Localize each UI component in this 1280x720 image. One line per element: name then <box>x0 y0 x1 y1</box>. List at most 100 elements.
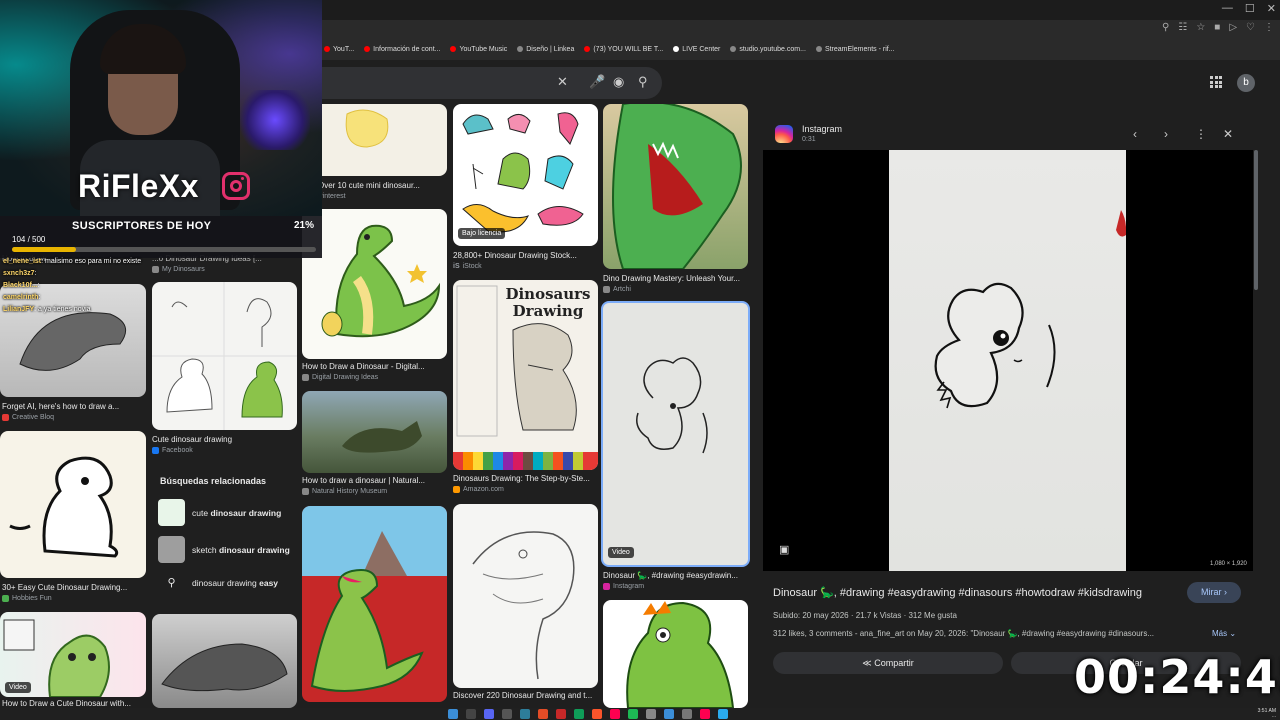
apps-grid-icon[interactable] <box>1210 76 1222 88</box>
bookmark-item[interactable]: YouTube Music <box>450 46 507 53</box>
result-caption[interactable]: How to Draw a Cute Dinosaur with... <box>2 699 147 708</box>
result-thumbnail[interactable] <box>152 282 297 430</box>
result-thumbnail[interactable] <box>302 209 447 359</box>
tiktok-icon[interactable] <box>700 709 710 719</box>
extension-icon[interactable]: ■ <box>1214 22 1220 33</box>
edge-icon[interactable] <box>574 709 584 719</box>
play-icon[interactable]: ▷ <box>1229 22 1237 33</box>
result-caption[interactable]: Dinosaurs Drawing: The Step-by-Ste... <box>453 474 598 483</box>
mic-icon[interactable]: 🎤 <box>589 74 605 90</box>
result-thumbnail[interactable] <box>603 600 748 708</box>
heart-icon[interactable]: ♡ <box>1246 22 1255 33</box>
lens-icon[interactable]: ◉ <box>613 74 624 90</box>
result-thumbnail[interactable]: Bajo licencia <box>453 104 598 246</box>
close-window-icon[interactable]: ✕ <box>1267 2 1276 15</box>
result-caption[interactable]: Dino Drawing Mastery: Unleash Your... <box>603 274 748 283</box>
more-options-icon[interactable]: ⋮ <box>1195 127 1207 141</box>
bookmark-favicon-icon <box>730 46 737 52</box>
maximize-icon[interactable]: ☐ <box>1245 2 1255 15</box>
search-icon[interactable]: ⚲ <box>638 74 648 90</box>
next-icon[interactable]: › <box>1164 127 1168 141</box>
app-icon[interactable] <box>682 709 692 719</box>
result-caption[interactable]: Dinosaur 🦕, #drawing #easydrawin... <box>603 571 748 580</box>
lens-search-icon[interactable]: ▣ <box>779 543 789 556</box>
app-icon[interactable] <box>646 709 656 719</box>
result-thumbnail[interactable] <box>152 614 297 708</box>
app-icon[interactable] <box>610 709 620 719</box>
panel-scrollbar[interactable] <box>1254 150 1258 290</box>
preview-image[interactable] <box>889 150 1127 571</box>
taskbar-apps <box>448 709 728 719</box>
related-search-item[interactable]: ⚲ dinosaur drawing easy <box>158 576 294 589</box>
app-icon[interactable] <box>502 709 512 719</box>
clock-date[interactable]: ... <box>1258 714 1276 719</box>
related-search-item[interactable]: cute dinosaur drawing <box>158 499 294 526</box>
search-taskbar-icon[interactable] <box>466 709 476 719</box>
app-icon[interactable] <box>664 709 674 719</box>
panel-title[interactable]: Dinosaur 🦕, #drawing #easydrawing #dinas… <box>773 586 1142 599</box>
result-caption[interactable]: How to Draw a Dinosaur - Digital... <box>302 362 447 371</box>
star-icon[interactable]: ☆ <box>1196 22 1205 33</box>
bookmark-favicon-icon <box>450 46 457 52</box>
chat-message: el_nene_ist: malisimo eso para mi no exi… <box>3 258 142 265</box>
share-button[interactable]: ≪ Compartir <box>773 652 1003 674</box>
result-thumbnail[interactable] <box>0 431 146 578</box>
chat-text: malisimo eso para mi no existe <box>45 258 142 265</box>
app-icon[interactable] <box>718 709 728 719</box>
bookmark-item[interactable]: studio.youtube.com... <box>730 46 806 53</box>
bookmark-item[interactable]: Diseño | Linkea <box>517 46 574 53</box>
lens-toolbar-icon[interactable]: ⚲ <box>1162 22 1169 33</box>
minimize-icon[interactable]: — <box>1222 2 1233 15</box>
bookmark-label: Información de cont... <box>373 45 441 53</box>
result-caption[interactable]: Forget AI, here's how to draw a... <box>2 402 147 411</box>
result-caption[interactable]: Cute dinosaur drawing <box>152 435 297 444</box>
result-thumbnail[interactable]: Dinosaurs Drawing <box>453 280 598 470</box>
start-icon[interactable] <box>448 709 458 719</box>
result-thumbnail[interactable] <box>302 104 447 176</box>
bookmark-item[interactable]: Información de cont... <box>364 46 440 53</box>
close-panel-icon[interactable]: ✕ <box>1223 127 1233 141</box>
menu-icon[interactable]: ⋮ <box>1264 22 1274 33</box>
result-thumbnail-selected[interactable]: Video <box>601 301 750 567</box>
bookmark-item[interactable]: (73) YOU WILL BE T... <box>584 46 663 53</box>
translate-icon[interactable]: ☷ <box>1178 22 1187 33</box>
result-thumbnail[interactable] <box>453 504 598 688</box>
related-search-item[interactable]: sketch dinosaur drawing <box>158 536 294 563</box>
result-caption[interactable]: 30+ Easy Cute Dinosaur Drawing... <box>2 583 147 592</box>
app-icon[interactable] <box>538 709 548 719</box>
bookmark-label: studio.youtube.com... <box>739 45 806 53</box>
result-thumbnail[interactable] <box>603 104 748 269</box>
related-thumb <box>158 499 185 526</box>
result-thumbnail[interactable]: Video <box>0 612 146 697</box>
spotify-icon[interactable] <box>628 709 638 719</box>
bookmark-favicon-icon <box>364 46 371 52</box>
related-bold: easy <box>259 577 279 588</box>
related-searches: Búsquedas relacionadas cute dinosaur dra… <box>152 466 297 606</box>
watch-label: Mirar <box>1201 587 1222 597</box>
bookmark-item[interactable]: YouT... <box>324 46 354 53</box>
result-thumbnail[interactable] <box>302 506 447 702</box>
result-source: iS iStock <box>453 263 482 270</box>
discord-icon[interactable] <box>484 709 494 719</box>
webcam-overlay: RiFleXx <box>0 0 322 216</box>
brave-icon[interactable] <box>592 709 602 719</box>
avatar[interactable]: b <box>1237 74 1255 92</box>
result-caption[interactable]: How to draw a dinosaur | Natural... <box>302 476 447 485</box>
result-source: Facebook <box>152 447 193 454</box>
result-caption[interactable]: Over 10 cute mini dinosaur... <box>318 181 448 190</box>
result-caption[interactable]: Discover 220 Dinosaur Drawing and t... <box>453 691 598 700</box>
previous-icon[interactable]: ‹ <box>1133 127 1137 141</box>
close-icon[interactable]: ✕ <box>557 74 568 90</box>
result-caption[interactable]: 28,800+ Dinosaur Drawing Stock... <box>453 251 598 260</box>
bookmark-item[interactable]: LIVE Center <box>673 46 720 53</box>
app-icon[interactable] <box>520 709 530 719</box>
watch-button[interactable]: Mirar › <box>1187 582 1241 603</box>
result-source: Pinterest <box>318 193 346 200</box>
bookmark-item[interactable]: StreamElements - rif... <box>815 46 895 53</box>
panel-source-name[interactable]: Instagram <box>802 124 842 134</box>
opera-icon[interactable] <box>556 709 566 719</box>
result-source: Instagram <box>603 583 644 590</box>
result-thumbnail[interactable] <box>302 391 447 473</box>
video-badge: Video <box>608 547 634 558</box>
more-button[interactable]: Más ⌄ <box>1212 629 1236 638</box>
